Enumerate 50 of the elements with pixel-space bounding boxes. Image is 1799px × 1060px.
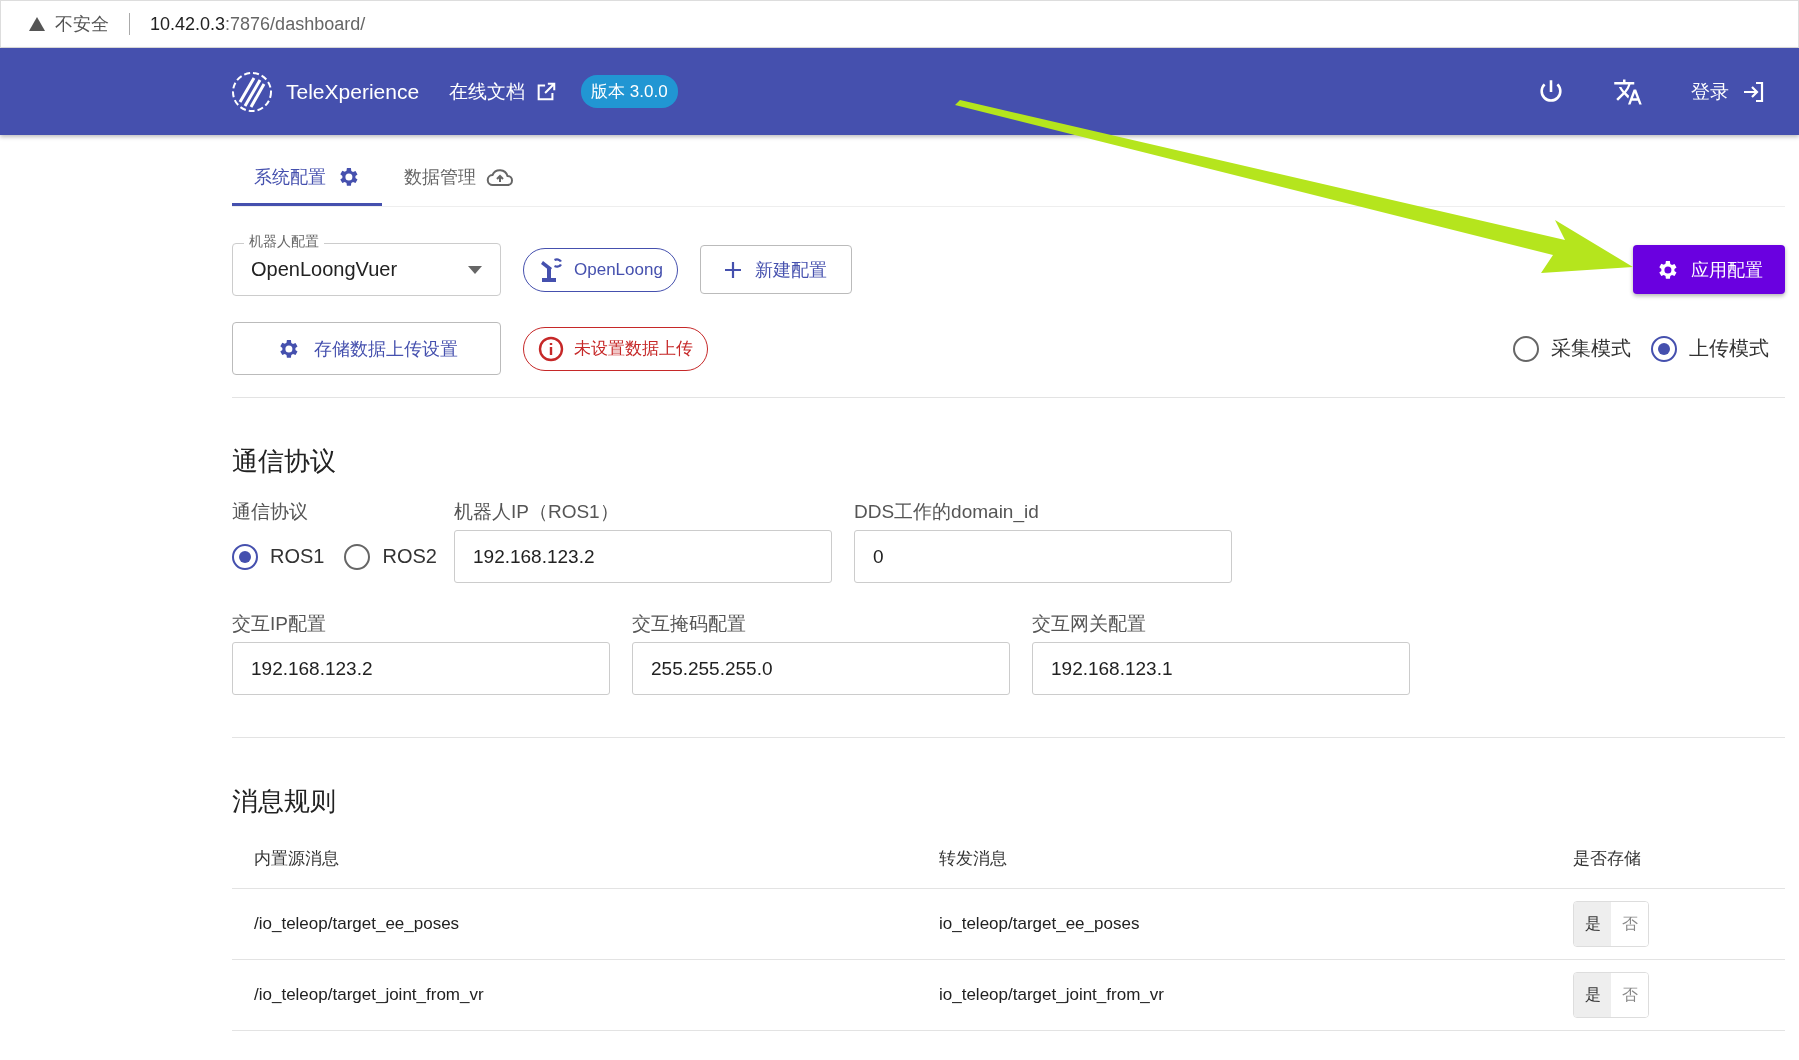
external-link-icon [535, 80, 558, 103]
warning-icon [29, 17, 45, 31]
plus-icon [724, 261, 741, 278]
upload-warning-chip[interactable]: 未设置数据上传 [523, 326, 708, 371]
robot-chip[interactable]: OpenLoong [523, 247, 678, 292]
section-title: 通信协议 [232, 445, 337, 478]
table-cell-text: /io_teleop/target_joint_from_vr [254, 985, 485, 1005]
security-label: 不安全 [55, 13, 109, 36]
app-title: TeleXperience [286, 79, 420, 104]
field-label: 通信协议 [232, 500, 309, 524]
select-value: OpenLoongVuer [251, 258, 398, 281]
url-field[interactable]: 10.42.0.3:7876/dashboard/ [150, 13, 366, 35]
storage-upload-settings-button[interactable]: 存储数据上传设置 [232, 322, 501, 375]
version-badge: 版本 3.0.0 [581, 75, 678, 108]
field-label: 交互IP配置 [232, 612, 327, 636]
input-field[interactable]: 192.168.123.2 [454, 530, 832, 583]
mode-radio[interactable]: 采集模式 [1513, 335, 1631, 362]
login-button[interactable]: 登录 [1685, 77, 1771, 106]
field-label: 机器人IP（ROS1） [454, 500, 620, 524]
select-label: 机器人配置 [244, 233, 324, 251]
robot-arm-icon [538, 256, 564, 283]
column-header: 转发消息 [939, 848, 1008, 870]
field-label: 交互网关配置 [1032, 612, 1147, 636]
apply-config-button[interactable]: 应用配置 [1633, 245, 1785, 294]
input-field[interactable]: 192.168.123.2 [232, 642, 610, 695]
table-cell-text: /io_teleop/target_ee_poses [254, 914, 461, 934]
protocol-radio[interactable]: ROS2 [344, 543, 437, 570]
dropdown-caret-icon [468, 265, 482, 274]
yes-option[interactable]: 是 [1574, 973, 1611, 1017]
input-field[interactable]: 192.168.123.1 [1032, 642, 1410, 695]
input-field[interactable]: 255.255.255.0 [632, 642, 1010, 695]
new-config-button[interactable]: 新建配置 [699, 245, 852, 294]
field-label: 交互掩码配置 [632, 612, 747, 636]
info-icon [538, 335, 564, 362]
mode-radio[interactable]: 上传模式 [1651, 335, 1769, 362]
cloud-upload-icon [486, 166, 514, 188]
tab[interactable]: 数据管理 [382, 155, 536, 206]
table-cell-text: io_teleop/target_ee_poses [939, 914, 1141, 934]
logo-icon [232, 71, 272, 112]
table-cell-text: io_teleop/target_joint_from_vr [939, 985, 1165, 1005]
login-icon [1741, 79, 1765, 104]
column-header: 内置源消息 [254, 848, 340, 870]
docs-link[interactable]: 在线文档 [449, 78, 558, 105]
protocol-radio[interactable]: ROS1 [232, 543, 325, 570]
yes-option[interactable]: 是 [1574, 902, 1611, 946]
input-field[interactable]: 0 [854, 530, 1232, 583]
section-title: 消息规则 [232, 785, 337, 818]
column-header: 是否存储 [1573, 848, 1642, 870]
tab[interactable]: 系统配置 [232, 155, 382, 206]
field-label: DDS工作的domain_id [854, 500, 1040, 525]
